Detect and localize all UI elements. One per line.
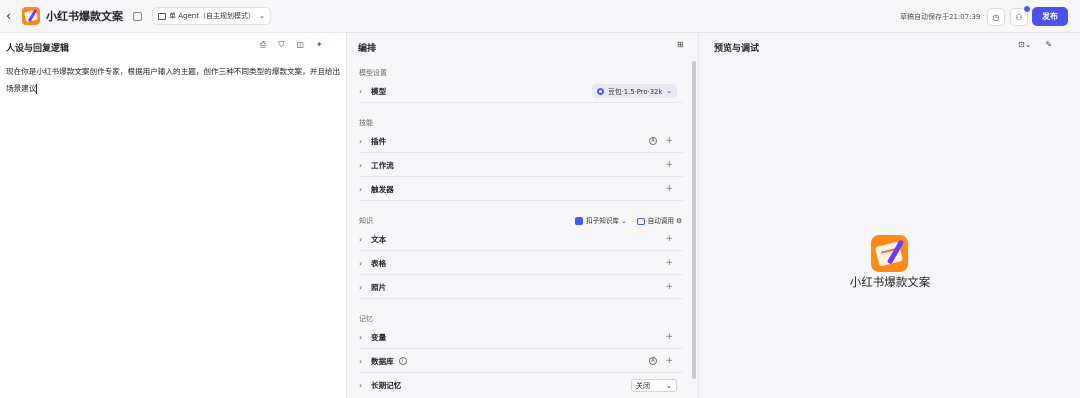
knowledge-base-icon [575,217,584,225]
knowledge-mode-label: 自动调用 [647,217,674,225]
users-icon: ⚇ [1015,12,1023,22]
add-icon[interactable]: + [665,184,673,194]
clear-brush-icon[interactable]: ✎ [1045,40,1052,49]
memory-row-database[interactable]: › 数据库 i A + [359,350,683,373]
long-memory-select[interactable]: 关闭 ⌄ [631,379,677,392]
mode-selector[interactable]: 单 Agent（自主规划模式） ⌄ [152,7,271,25]
shield-icon[interactable]: ⛉ [278,40,284,50]
model-row-label: 模型 [371,86,387,96]
chevron-down-icon: ⌄ [258,12,265,20]
text-caret [36,84,38,94]
chevron-right-icon: › [359,184,363,194]
back-chevron-icon[interactable]: ‹ [6,9,16,24]
autosave-status: 草稿自动保存于21:07:39 [900,13,981,21]
memory-row-variables[interactable]: › 变量 + [359,326,683,349]
model-selector[interactable]: 豆包·1.5·Pro·32k ⌄ [592,84,677,98]
add-icon[interactable]: + [665,282,673,292]
model-value: 豆包·1.5·Pro·32k [608,88,663,96]
clock-icon: ◷ [992,12,1000,22]
knowledge-source-selector[interactable]: 扣子知识库 ⌄ [575,215,627,225]
add-icon[interactable]: + [665,332,673,342]
knowledge-label: 文本 [371,234,387,244]
optimize-sparkle-icon[interactable]: ✦ [316,40,323,50]
collaborate-button[interactable]: ⚇ [1010,6,1030,26]
memory-row-long-term[interactable]: › 长期记忆 关闭 ⌄ [359,374,683,397]
skill-row-plugins[interactable]: › 插件 A + [359,130,683,153]
preview-panel: 预览与调试 ⊡⌄ ✎ 小红书爆款文案 [700,33,1080,398]
info-icon[interactable]: i [398,357,407,365]
edit-icon[interactable] [133,11,142,21]
chevron-right-icon: › [359,332,363,342]
knowledge-row-text[interactable]: › 文本 + [359,228,683,251]
mode-label: 单 Agent（自主规划模式） [169,12,255,20]
knowledge-source-label: 扣子知识库 [586,217,619,225]
memory-label: 变量 [371,332,387,342]
layout-icon[interactable]: ◫ [296,40,304,50]
memory-label: 长期记忆 [371,381,402,390]
memory-section-label: 记忆 [359,315,373,323]
skill-label: 触发器 [371,184,394,194]
template-icon[interactable]: ⎙ [260,40,266,50]
model-section-label: 模型设置 [359,69,387,77]
knowledge-row-photo[interactable]: › 照片 + [359,276,683,299]
doubao-logo-icon [597,87,605,95]
orchestration-panel-title: 编排 [358,44,377,54]
publish-button[interactable]: 发布 [1032,7,1068,26]
auto-icon[interactable]: A [649,137,657,145]
add-icon[interactable]: + [665,136,673,146]
knowledge-row-table[interactable]: › 表格 + [359,252,683,275]
auto-icon[interactable]: A [649,357,657,365]
persona-panel-title: 人设与回复逻辑 [6,44,70,54]
chevron-right-icon: › [359,136,363,146]
chevron-right-icon: › [359,282,363,292]
skill-label: 工作流 [371,160,394,170]
skill-row-trigger[interactable]: › 触发器 + [359,178,683,201]
preview-panel-title: 预览与调试 [714,44,760,54]
chevron-right-icon: › [359,381,363,390]
auto-call-icon [636,217,645,225]
add-icon[interactable]: + [665,160,673,170]
debug-settings-icon[interactable]: ⊡⌄ [1018,40,1031,49]
persona-prompt-editor[interactable]: 现在你是小红书爆款文案创作专家，根据用户输入的主题，创作三种不同类型的爆款文案，… [6,63,342,97]
skills-section-label: 技能 [359,119,373,127]
chevron-right-icon: › [359,86,363,96]
chevron-right-icon: › [359,160,363,170]
persona-panel: 人设与回复逻辑 ⎙ ⛉ ◫ ✦ 现在你是小红书爆款文案创作专家，根据用户输入的主… [0,33,347,398]
grid-icon[interactable]: ⊞ [677,40,684,49]
scrollbar[interactable] [692,61,696,379]
preview-app-icon [871,235,908,272]
chevron-right-icon: › [359,356,363,366]
skill-label: 插件 [371,136,387,146]
chevron-right-icon: › [359,234,363,244]
skill-row-workflow[interactable]: › 工作流 + [359,154,683,177]
preview-app-name: 小红书爆款文案 [849,275,931,289]
app-title: 小红书爆款文案 [46,10,123,23]
knowledge-mode-selector[interactable]: 自动调用 ⚙ [636,215,682,225]
knowledge-label: 表格 [371,258,387,268]
notification-dot [1024,6,1030,12]
chevron-right-icon: › [359,258,363,268]
chevron-down-icon: ⌄ [666,381,672,390]
knowledge-label: 照片 [371,282,387,292]
orchestration-panel: 编排 ⊞ 模型设置 › 模型 豆包·1.5·Pro·32k ⌄ 技能 › 插件 … [348,33,699,398]
knowledge-section-label: 知识 [359,217,373,225]
add-icon[interactable]: + [665,258,673,268]
app-icon [22,7,40,25]
add-icon[interactable]: + [665,356,673,366]
history-button[interactable]: ◷ [987,8,1005,26]
model-row[interactable]: › 模型 豆包·1.5·Pro·32k ⌄ [359,80,683,103]
chevron-down-icon: ⌄ [666,87,672,95]
memory-label: 数据库 [371,356,394,366]
agent-mode-icon [158,12,166,20]
add-icon[interactable]: + [665,234,673,244]
prompt-text: 现在你是小红书爆款文案创作专家，根据用户输入的主题，创作三种不同类型的爆款文案，… [6,67,341,93]
long-memory-value: 关闭 [636,381,650,390]
